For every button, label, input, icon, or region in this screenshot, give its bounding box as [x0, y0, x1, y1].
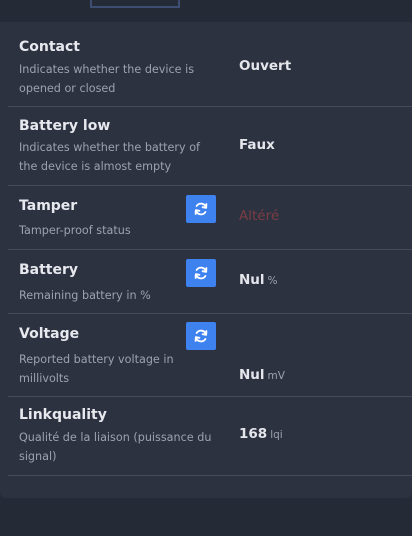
row-description: Reported battery voltage in millivolts	[19, 353, 174, 385]
row-label: Battery low	[19, 118, 111, 134]
value-unit: lqi	[270, 429, 283, 441]
row-label: Contact	[19, 39, 80, 55]
row-value: Nul mV	[239, 367, 285, 383]
row-tamper: Tamper Tamper-proof status Altéré	[0, 186, 412, 249]
row-value: Ouvert	[239, 58, 291, 74]
refresh-battery-button[interactable]	[186, 259, 216, 287]
value-text: Altéré	[239, 208, 280, 224]
row-description: Indicates whether the device is opened o…	[19, 63, 195, 95]
refresh-icon	[194, 266, 208, 280]
value-unit: mV	[267, 370, 285, 382]
row-contact: Contact Indicates whether the device is …	[0, 22, 412, 102]
row-battery-low: Battery low Indicates whether the batter…	[0, 107, 412, 185]
device-exposes-page: Contact Indicates whether the device is …	[0, 0, 412, 536]
row-divider	[8, 475, 412, 476]
row-label: Tamper	[19, 198, 78, 214]
row-label: Battery	[19, 262, 79, 278]
value-text: 168	[239, 426, 268, 442]
value-text: Faux	[239, 137, 275, 153]
row-description: Indicates whether the battery of the dev…	[19, 141, 200, 173]
row-label: Voltage	[19, 326, 80, 342]
exposes-panel: Contact Indicates whether the device is …	[0, 22, 412, 498]
row-value: 168 lqi	[239, 426, 283, 442]
refresh-tamper-button[interactable]	[186, 195, 216, 223]
row-linkquality: Linkquality Qualité de la liaison (puiss…	[0, 397, 412, 475]
refresh-icon	[194, 329, 208, 343]
row-value: Nul%	[239, 272, 278, 288]
row-label: Linkquality	[19, 407, 107, 423]
row-description: Tamper-proof status	[19, 224, 131, 237]
row-description: Qualité de la liaison (puissance du sign…	[19, 431, 212, 463]
value-text: Nul	[239, 367, 265, 383]
row-description: Remaining battery in %	[19, 289, 151, 302]
row-value: Altéré	[239, 208, 279, 224]
refresh-voltage-button[interactable]	[186, 322, 216, 350]
active-tab-indicator	[90, 0, 180, 8]
value-text: Ouvert	[239, 58, 292, 74]
row-battery: Battery Remaining battery in % Nul%	[0, 250, 412, 313]
refresh-icon	[194, 202, 208, 216]
value-unit: %	[267, 275, 278, 287]
row-voltage: Voltage Reported battery voltage in mill…	[0, 314, 412, 394]
value-text: Nul	[239, 272, 265, 288]
row-value: Faux	[239, 137, 275, 153]
